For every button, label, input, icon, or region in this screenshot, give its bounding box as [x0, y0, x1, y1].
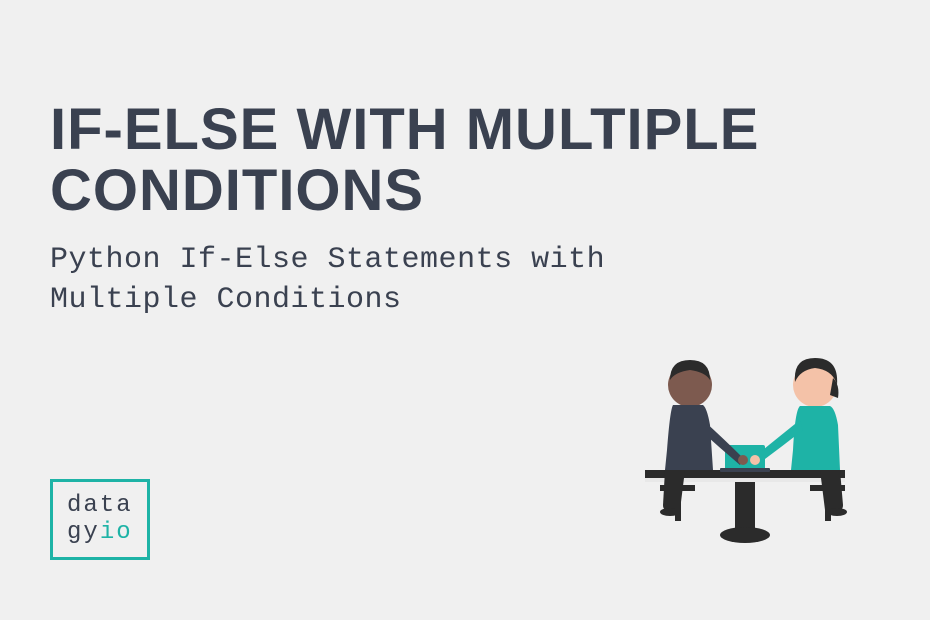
page-title: IF-ELSE WITH MULTIPLE CONDITIONS	[50, 100, 880, 222]
logo-line2-part1: gy	[67, 519, 100, 546]
datagy-logo: data gyio	[50, 479, 150, 560]
logo-line1: data	[67, 492, 133, 519]
logo-line2-part2: io	[100, 519, 133, 546]
handshake-illustration	[595, 330, 895, 570]
page-subtitle: Python If-Else Statements with Multiple …	[50, 240, 730, 321]
